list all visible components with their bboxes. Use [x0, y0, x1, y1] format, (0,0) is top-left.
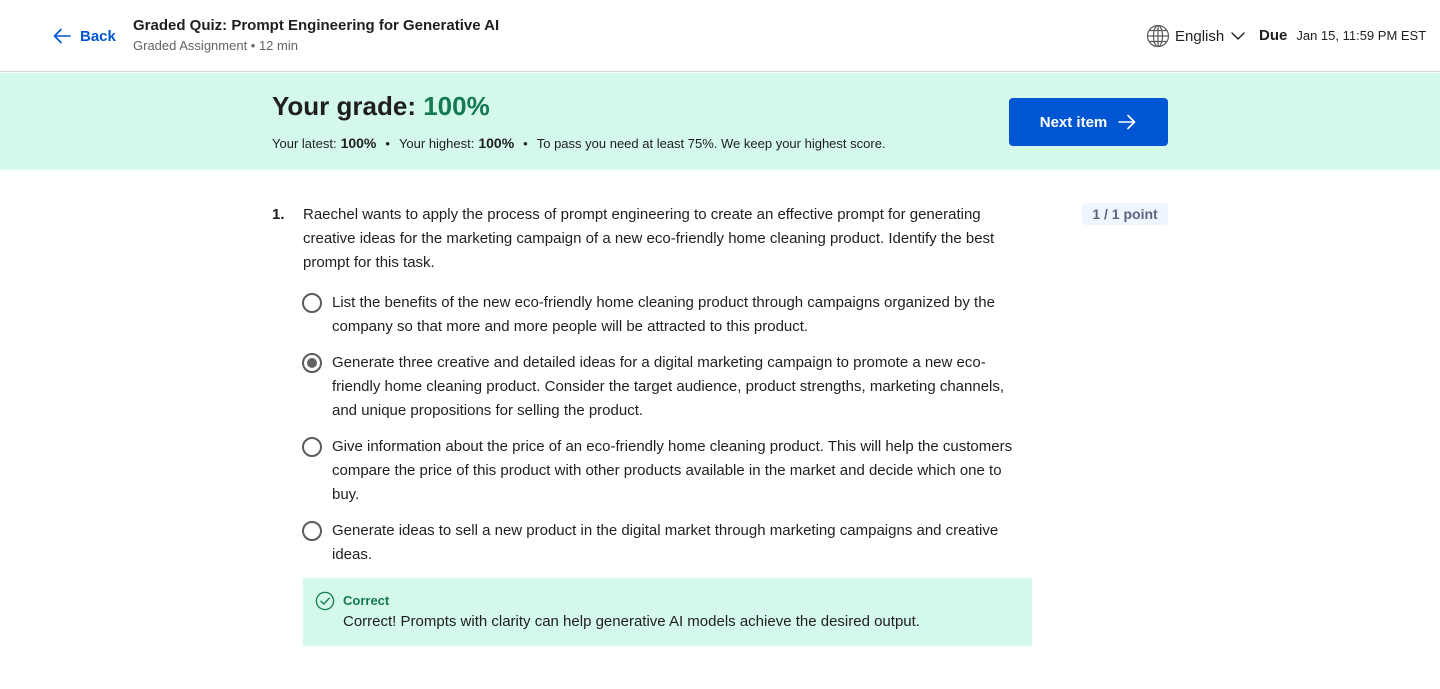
arrow-right-icon	[1118, 114, 1136, 130]
next-item-label: Next item	[1039, 113, 1108, 131]
grade-value: 100%	[423, 91, 490, 121]
answer-option-selected[interactable]: Generate three creative and detailed ide…	[302, 352, 1027, 423]
highest-label: Your highest:	[398, 136, 475, 151]
pass-note: To pass you need at least 75%. We keep y…	[536, 136, 886, 151]
back-label: Back	[80, 27, 116, 45]
page-title: Graded Quiz: Prompt Engineering for Gene…	[133, 17, 500, 34]
feedback-box: Correct Correct! Prompts with clarity ca…	[303, 578, 1032, 646]
option-text: Give information about the price of an e…	[332, 438, 1013, 503]
globe-icon	[1146, 24, 1170, 48]
due-label: Due	[1259, 27, 1288, 44]
feedback-label: Correct	[343, 593, 390, 608]
option-text: Generate ideas to sell a new product in …	[332, 522, 999, 563]
language-selector[interactable]: English	[1146, 24, 1245, 48]
assignment-header: Graded Quiz: Prompt Engineering for Gene…	[133, 17, 499, 53]
latest-value: 100%	[340, 135, 377, 151]
page-subtitle: Graded Assignment • 12 min	[133, 38, 298, 53]
due-date: Jan 15, 11:59 PM EST	[1296, 28, 1427, 43]
radio-button-checked[interactable]	[302, 353, 322, 373]
top-bar: Back Graded Quiz: Prompt Engineering for…	[0, 0, 1440, 72]
grade-details: Your latest: 100% • Your highest: 100% •…	[272, 135, 886, 151]
points-badge: 1 / 1 point	[1082, 203, 1168, 225]
answer-option[interactable]: Generate ideas to sell a new product in …	[302, 520, 1027, 567]
radio-button[interactable]	[302, 293, 322, 313]
grade-label: Your grade:	[272, 91, 424, 121]
feedback-text: Correct! Prompts with clarity can help g…	[343, 613, 920, 630]
radio-button[interactable]	[302, 521, 322, 541]
latest-label: Your latest:	[272, 136, 337, 151]
check-circle-icon	[315, 591, 335, 611]
radio-button[interactable]	[302, 437, 322, 457]
language-label: English	[1175, 27, 1225, 45]
separator-dot: •	[385, 136, 390, 151]
answer-option[interactable]: Give information about the price of an e…	[302, 436, 1027, 507]
answer-option[interactable]: List the benefits of the new eco-friendl…	[302, 292, 1027, 339]
question-text: Raechel wants to apply the process of pr…	[303, 206, 995, 271]
separator-dot: •	[523, 136, 528, 151]
arrow-left-icon	[53, 28, 71, 44]
grade-banner: Your grade: 100% Your latest: 100% • You…	[0, 73, 1440, 170]
grade-heading: Your grade: 100%	[272, 91, 490, 122]
chevron-down-icon	[1231, 32, 1245, 40]
question-number: 1.	[272, 206, 285, 223]
due-date-info: Due Jan 15, 11:59 PM EST	[1259, 27, 1426, 44]
next-item-button[interactable]: Next item	[1009, 98, 1168, 146]
back-button[interactable]: Back	[52, 26, 116, 46]
option-text: Generate three creative and detailed ide…	[332, 354, 1005, 419]
option-text: List the benefits of the new eco-friendl…	[332, 294, 995, 335]
highest-value: 100%	[478, 135, 515, 151]
